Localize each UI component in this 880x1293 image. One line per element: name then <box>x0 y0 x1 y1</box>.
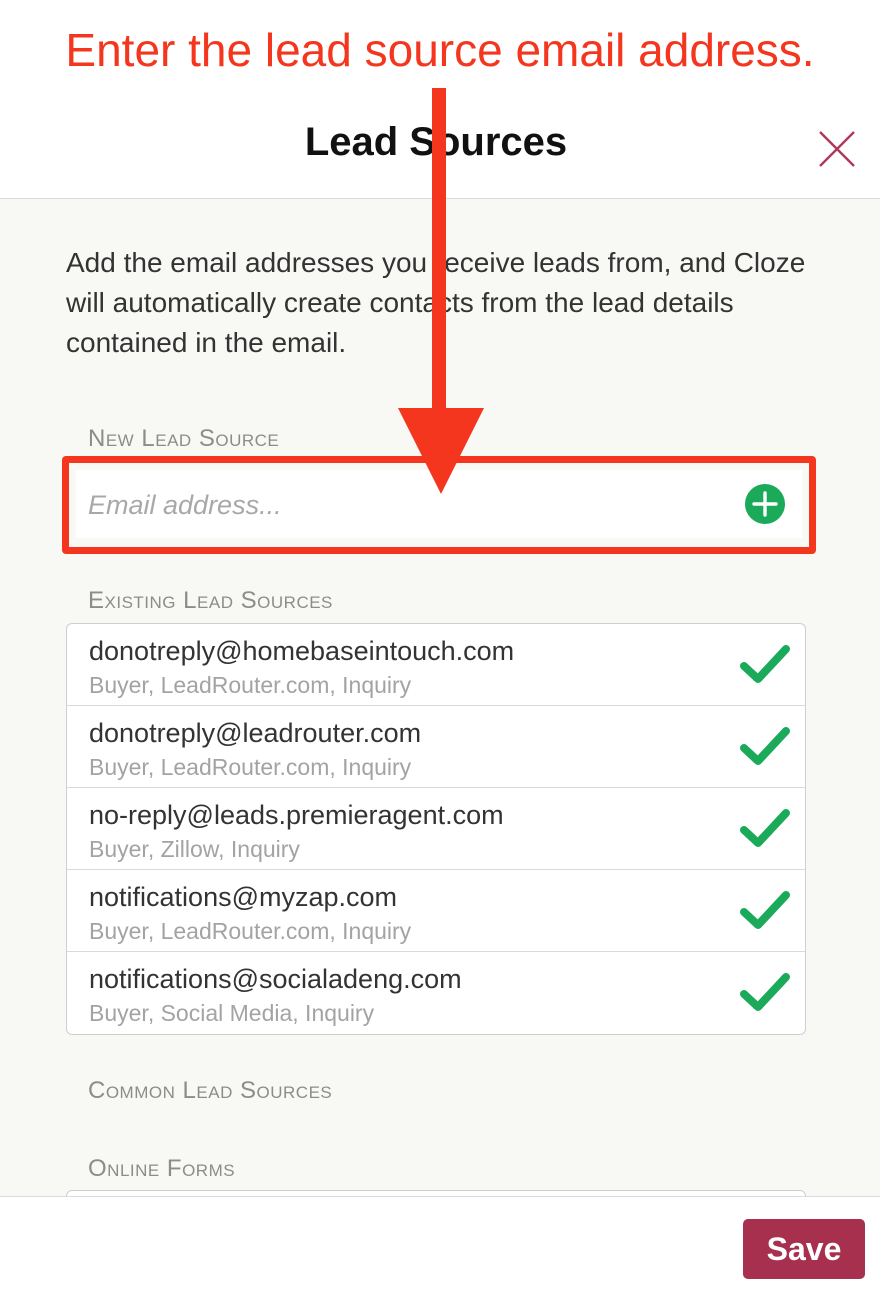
lead-source-email: donotreply@leadrouter.com <box>89 718 422 748</box>
lead-source-email: notifications@myzap.com <box>89 882 398 912</box>
annotation-caption: Enter the lead source email address. <box>65 24 815 76</box>
list-item[interactable]: notifications@socialadeng.com Buyer, Soc… <box>67 952 805 1034</box>
lead-source-details: Buyer, Zillow, Inquiry <box>89 836 300 862</box>
existing-lead-sources-list: donotreply@homebaseintouch.com Buyer, Le… <box>66 623 806 1035</box>
dialog-title: Lead Sources <box>304 120 568 164</box>
lead-source-details: Buyer, LeadRouter.com, Inquiry <box>89 672 412 698</box>
lead-source-details: Buyer, LeadRouter.com, Inquiry <box>89 754 412 780</box>
list-item[interactable]: notifications@myzap.com Buyer, LeadRoute… <box>67 870 805 952</box>
close-button[interactable] <box>818 130 856 168</box>
check-icon[interactable] <box>739 806 791 850</box>
save-button[interactable]: Save <box>743 1219 865 1279</box>
common-lead-sources-label: Common Lead Sources <box>88 1077 333 1104</box>
check-icon[interactable] <box>739 970 791 1014</box>
email-input[interactable] <box>86 476 730 534</box>
check-icon[interactable] <box>739 642 791 686</box>
lead-source-details: Buyer, LeadRouter.com, Inquiry <box>89 918 412 944</box>
plus-circle-icon <box>745 484 785 524</box>
lead-source-email: donotreply@homebaseintouch.com <box>89 636 515 666</box>
existing-lead-sources-label: Existing Lead Sources <box>88 587 333 614</box>
dialog-header: Lead Sources <box>0 92 880 199</box>
check-icon[interactable] <box>739 724 791 768</box>
close-icon <box>819 131 855 167</box>
new-lead-source-field <box>76 470 802 538</box>
lead-source-email: notifications@socialadeng.com <box>89 964 462 994</box>
lead-source-details: Buyer, Social Media, Inquiry <box>89 1000 375 1026</box>
list-item[interactable]: donotreply@leadrouter.com Buyer, LeadRou… <box>67 706 805 788</box>
dialog-description: Add the email addresses you receive lead… <box>66 247 806 358</box>
check-icon[interactable] <box>739 888 791 932</box>
lead-source-email: no-reply@leads.premieragent.com <box>89 800 504 830</box>
add-lead-source-button[interactable] <box>745 484 785 524</box>
list-item[interactable]: donotreply@homebaseintouch.com Buyer, Le… <box>67 624 805 706</box>
online-forms-label: Online Forms <box>88 1155 236 1182</box>
list-item[interactable]: no-reply@leads.premieragent.com Buyer, Z… <box>67 788 805 870</box>
new-lead-source-label: New Lead Source <box>88 425 280 452</box>
